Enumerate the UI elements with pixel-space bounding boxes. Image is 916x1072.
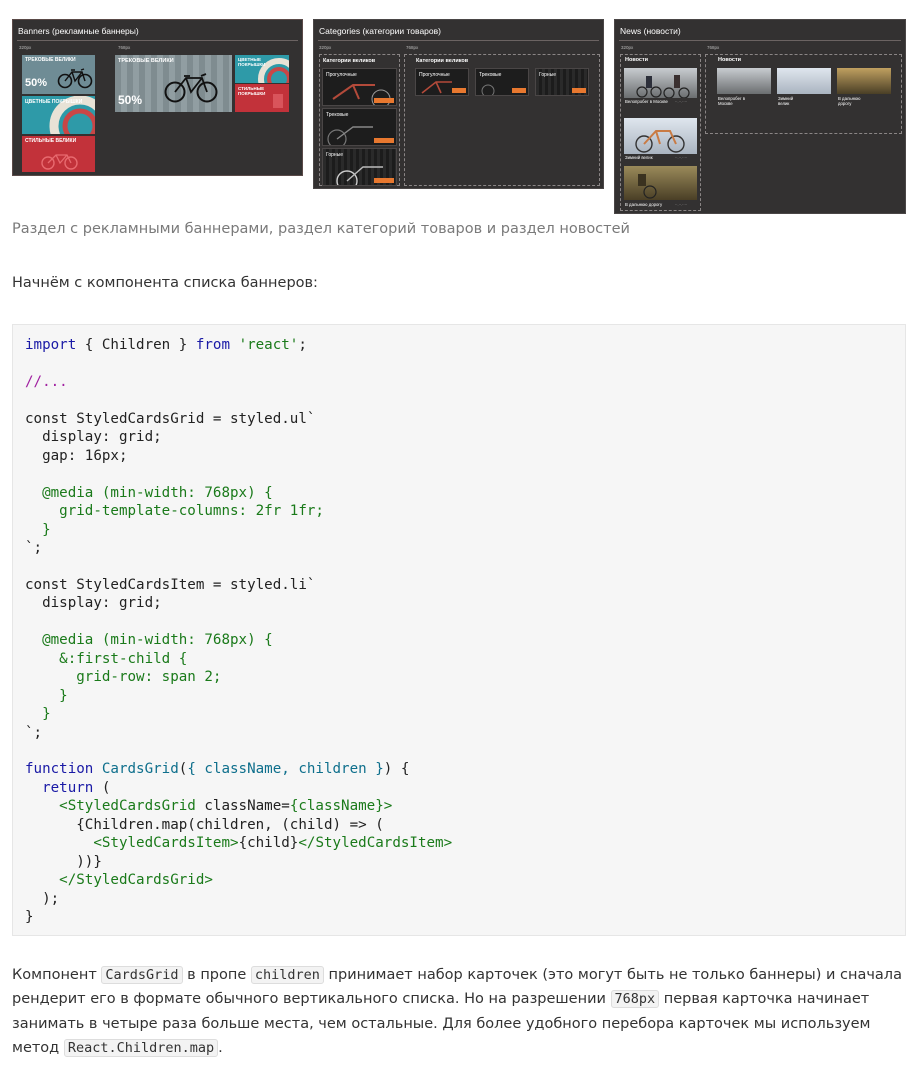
news-photo-winter-bike — [777, 68, 831, 94]
bike-icon — [57, 68, 93, 89]
category-card: Прогулочные — [415, 68, 469, 96]
size-label-768: 768px — [707, 45, 720, 50]
categories-mockup-title: Categories (категории товаров) — [319, 26, 441, 36]
size-label-320: 320px — [621, 45, 634, 50]
categories-heading: Категории великов — [323, 58, 376, 64]
inline-code: React.Children.map — [63, 1038, 219, 1057]
news-photo-road — [837, 68, 891, 94]
news-frame-768 — [705, 54, 902, 134]
size-label-768: 768px — [118, 45, 131, 50]
category-card: Трековые — [475, 68, 529, 96]
categories-heading-wide: Категории великов — [416, 58, 469, 64]
news-mockup-title: News (новости) — [620, 26, 681, 36]
banner-stylish-tires-large: СТИЛЬНЫЕ ПОКРЫШКИ — [235, 84, 289, 112]
news-heading: Новости — [625, 57, 649, 63]
banner-color-tires: ЦВЕТНЫЕ ПОКРЫШКИ — [22, 96, 95, 134]
bike-icon — [41, 154, 78, 170]
category-card: Горные — [322, 148, 397, 186]
size-label-320: 320px — [19, 45, 32, 50]
news-heading-wide: Новости — [718, 57, 742, 63]
divider — [619, 40, 901, 41]
banners-mockup-image: Banners (рекламные баннеры) 320px 768px … — [12, 19, 303, 176]
banner-color-tires-large: ЦВЕТНЫЕ ПОКРЫШКИ — [235, 55, 289, 83]
news-mockup-image: News (новости) 320px 768px Новости Велоп… — [614, 19, 906, 214]
divider — [318, 40, 599, 41]
image-caption: Раздел с рекламными баннерами, раздел ка… — [12, 221, 630, 237]
news-date: ··.··.···· — [675, 203, 688, 207]
news-photo-cyclists — [624, 68, 697, 99]
banner-track-bikes-large: ТРЕКОВЫЕ ВЕЛИКИ 50% — [115, 55, 232, 112]
banner-track-bikes: ТРЕКОВЫЕ ВЕЛИКИ 50% — [22, 55, 95, 94]
category-card: Горные — [535, 68, 589, 96]
categories-mockup-image: Categories (категории товаров) 320px 768… — [313, 19, 604, 189]
size-label-768: 768px — [406, 45, 419, 50]
news-date: ··.··.···· — [675, 156, 688, 160]
description-paragraph: Компонент CardsGrid в пропе children при… — [12, 966, 902, 1057]
news-photo-cyclists — [717, 68, 771, 94]
news-photo-winter-bike — [624, 118, 697, 154]
intro-paragraph: Начнём с компонента списка баннеров: — [12, 275, 318, 291]
inline-code: children — [250, 966, 324, 984]
inline-code: CardsGrid — [101, 966, 183, 984]
news-date: ··.··.···· — [675, 100, 688, 104]
inline-code: 768px — [610, 990, 660, 1009]
banner-stylish-bikes: СТИЛЬНЫЕ ВЕЛИКИ — [22, 136, 95, 172]
divider — [17, 40, 298, 41]
code-listing: import { Children } from 'react'; //... … — [25, 337, 453, 926]
size-label-320: 320px — [319, 45, 332, 50]
category-card: Прогулочные — [322, 68, 397, 106]
banners-mockup-title: Banners (рекламные баннеры) — [18, 26, 139, 36]
bike-icon — [164, 73, 218, 103]
news-photo-road — [624, 166, 697, 200]
category-card: Трековые — [322, 108, 397, 146]
code-block: import { Children } from 'react'; //... … — [12, 324, 906, 936]
